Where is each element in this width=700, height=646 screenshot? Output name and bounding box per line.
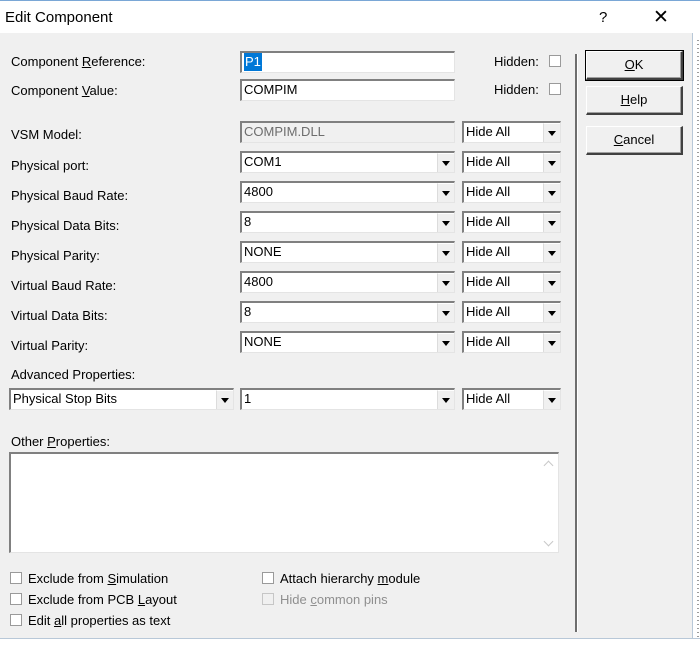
other-properties-scrollbar[interactable] (541, 454, 558, 552)
chevron-down-icon[interactable] (543, 273, 560, 292)
ok-button[interactable]: OK (585, 50, 684, 81)
component-reference-label: Component Reference: (11, 54, 146, 69)
virtual-parity-visibility-select[interactable]: Hide All (462, 331, 561, 353)
chevron-down-icon[interactable] (437, 153, 454, 172)
chevron-down-icon[interactable] (543, 303, 560, 322)
chevron-down-icon[interactable] (437, 333, 454, 352)
scroll-up-icon[interactable] (545, 460, 553, 468)
reference-hidden-checkbox[interactable] (549, 55, 561, 67)
scroll-down-icon[interactable] (545, 540, 553, 548)
edit-all-properties-label[interactable]: Edit all properties as text (28, 613, 170, 628)
chevron-down-icon[interactable] (543, 183, 560, 202)
physical-parity-label: Physical Parity: (11, 248, 100, 263)
chevron-down-icon[interactable] (216, 390, 233, 409)
virtual-baud-rate-label: Virtual Baud Rate: (11, 278, 117, 293)
vsm-model-visibility-select[interactable]: Hide All (462, 121, 561, 143)
virtual-baud-visibility-select[interactable]: Hide All (462, 271, 561, 293)
component-value-label: Component Value: (11, 83, 118, 98)
chevron-down-icon[interactable] (543, 213, 560, 232)
close-icon[interactable]: ✕ (651, 6, 671, 29)
hide-common-pins-label: Hide common pins (280, 592, 388, 607)
chevron-down-icon[interactable] (543, 123, 560, 142)
physical-baud-visibility-select[interactable]: Hide All (462, 181, 561, 203)
virtual-parity-label: Virtual Parity: (11, 338, 89, 353)
chevron-down-icon[interactable] (543, 390, 560, 409)
physical-parity-select[interactable]: NONE (240, 241, 455, 263)
physical-port-label: Physical port: (11, 158, 90, 173)
background-dot-grid (697, 40, 699, 640)
help-button[interactable]: Help (586, 86, 683, 115)
component-reference-input[interactable]: P1 (240, 51, 455, 73)
virtual-parity-select[interactable]: NONE (240, 331, 455, 353)
window-title: Edit Component (5, 9, 113, 26)
advanced-value-select[interactable]: 1 (240, 388, 455, 410)
vsm-model-label: VSM Model: (11, 127, 82, 142)
physical-baud-rate-label: Physical Baud Rate: (11, 188, 129, 203)
exclude-from-simulation-checkbox[interactable] (10, 572, 22, 584)
title-bar: Edit Component ? ✕ (0, 0, 700, 34)
physical-parity-visibility-select[interactable]: Hide All (462, 241, 561, 263)
chevron-down-icon[interactable] (437, 273, 454, 292)
physical-baud-rate-select[interactable]: 4800 (240, 181, 455, 203)
advanced-properties-label: Advanced Properties: (11, 367, 136, 382)
physical-data-bits-select[interactable]: 8 (240, 211, 455, 233)
attach-hierarchy-module-checkbox[interactable] (262, 572, 274, 584)
attach-hierarchy-module-label[interactable]: Attach hierarchy module (280, 571, 420, 586)
physical-port-visibility-select[interactable]: Hide All (462, 151, 561, 173)
value-hidden-label: Hidden: (494, 82, 539, 97)
advanced-visibility-select[interactable]: Hide All (462, 388, 561, 410)
chevron-down-icon[interactable] (437, 183, 454, 202)
exclude-from-simulation-label[interactable]: Exclude from Simulation (28, 571, 168, 586)
vsm-model-input: COMPIM.DLL (240, 121, 455, 143)
chevron-down-icon[interactable] (543, 153, 560, 172)
chevron-down-icon[interactable] (543, 243, 560, 262)
vertical-separator (575, 54, 578, 632)
physical-data-bits-label: Physical Data Bits: (11, 218, 120, 233)
virtual-data-bits-visibility-select[interactable]: Hide All (462, 301, 561, 323)
help-icon[interactable]: ? (599, 9, 607, 26)
hide-common-pins-checkbox (262, 593, 274, 605)
other-properties-label: Other Properties: (11, 434, 110, 449)
chevron-down-icon[interactable] (437, 390, 454, 409)
exclude-from-pcb-layout-checkbox[interactable] (10, 593, 22, 605)
physical-data-bits-visibility-select[interactable]: Hide All (462, 211, 561, 233)
virtual-baud-rate-select[interactable]: 4800 (240, 271, 455, 293)
chevron-down-icon[interactable] (437, 303, 454, 322)
chevron-down-icon[interactable] (543, 333, 560, 352)
value-hidden-checkbox[interactable] (549, 83, 561, 95)
virtual-data-bits-label: Virtual Data Bits: (11, 308, 108, 323)
cancel-button[interactable]: Cancel (586, 126, 683, 155)
virtual-data-bits-select[interactable]: 8 (240, 301, 455, 323)
component-value-input[interactable]: COMPIM (240, 79, 455, 101)
edit-all-properties-checkbox[interactable] (10, 614, 22, 626)
chevron-down-icon[interactable] (437, 213, 454, 232)
advanced-property-select[interactable]: Physical Stop Bits (9, 388, 234, 410)
reference-hidden-label: Hidden: (494, 54, 539, 69)
chevron-down-icon[interactable] (437, 243, 454, 262)
physical-port-select[interactable]: COM1 (240, 151, 455, 173)
other-properties-textarea[interactable] (9, 452, 559, 553)
exclude-from-pcb-layout-label[interactable]: Exclude from PCB Layout (28, 592, 177, 607)
